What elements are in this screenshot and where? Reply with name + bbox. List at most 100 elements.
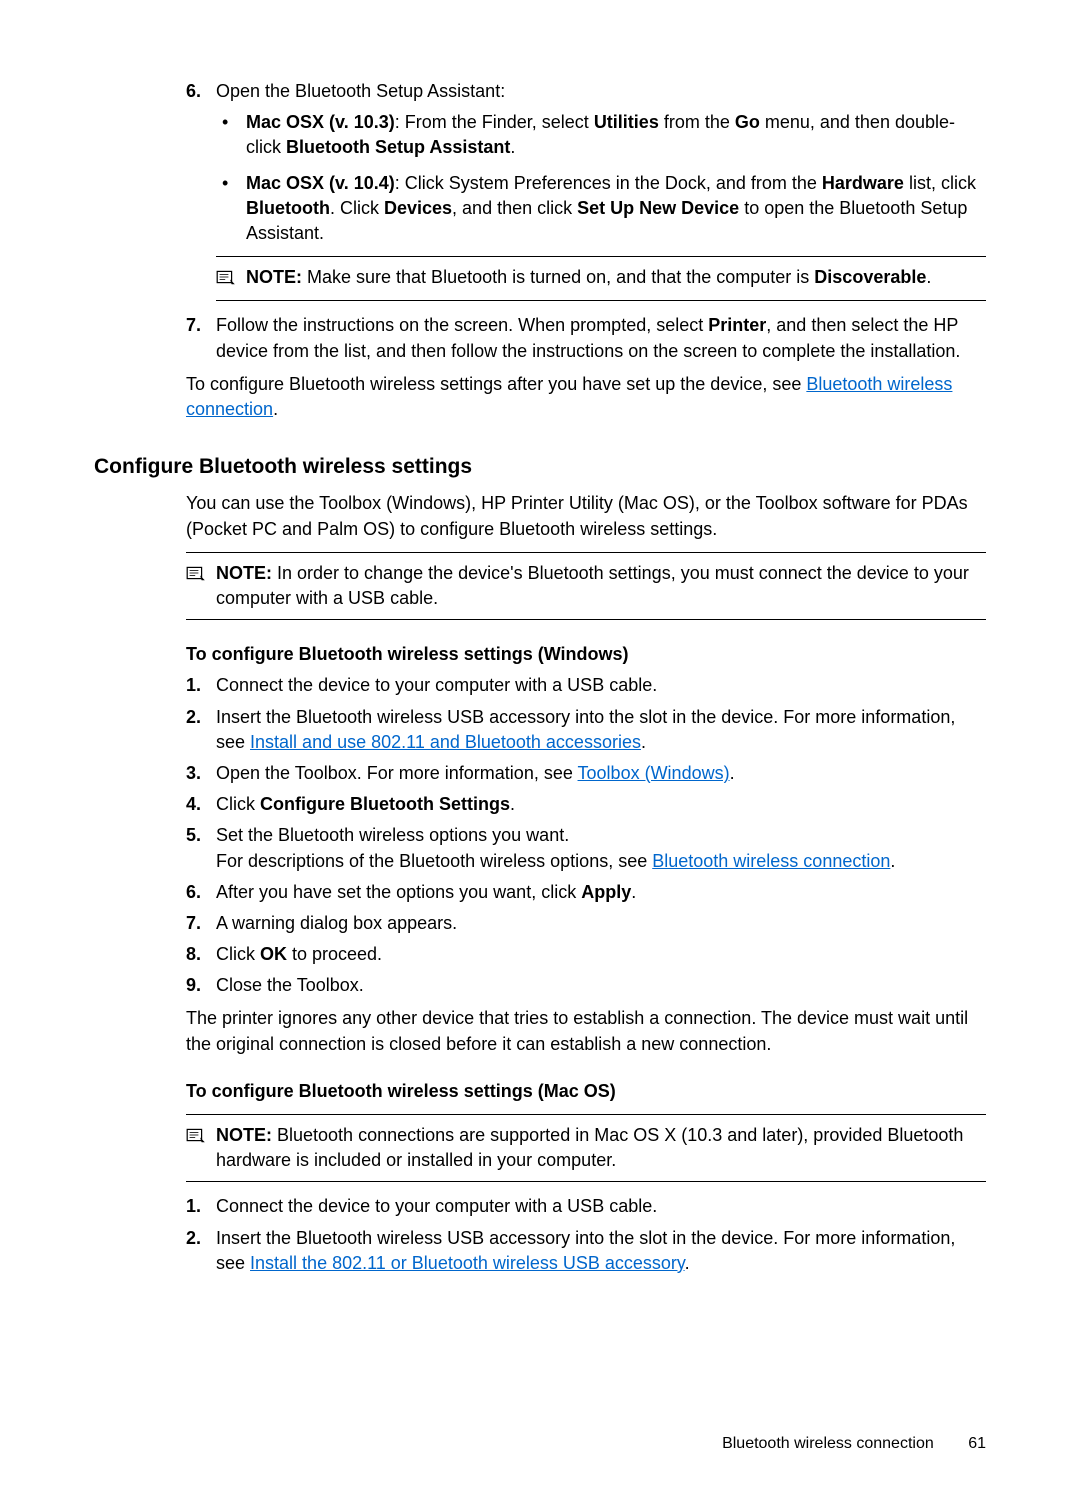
- t: : From the Finder, select: [395, 112, 594, 132]
- page-number: 61: [968, 1435, 986, 1452]
- step-6-text: Open the Bluetooth Setup Assistant:: [216, 79, 986, 104]
- bullet-dot-icon: •: [216, 110, 246, 160]
- win-step-7: 7. A warning dialog box appears.: [186, 911, 986, 936]
- t: .: [631, 882, 636, 902]
- t: Open the Toolbox. For more information, …: [216, 761, 986, 786]
- t: .: [890, 851, 895, 871]
- t: To configure Bluetooth wireless settings…: [186, 374, 806, 394]
- note-icon: [186, 1123, 216, 1150]
- t: Open the Toolbox. For more information, …: [216, 763, 578, 783]
- t: : Click System Preferences in the Dock, …: [395, 173, 822, 193]
- step-6-note-text: NOTE: Make sure that Bluetooth is turned…: [246, 265, 986, 290]
- t: After you have set the options you want,…: [216, 880, 986, 905]
- b: Set Up New Device: [577, 198, 739, 218]
- link-bluetooth-wireless-connection-2[interactable]: Bluetooth wireless connection: [652, 851, 890, 871]
- b: Discoverable: [814, 267, 926, 287]
- note-label: NOTE:: [246, 267, 302, 287]
- t: Set the Bluetooth wireless options you w…: [216, 823, 986, 848]
- t: list, click: [904, 173, 976, 193]
- mac-note: NOTE: Bluetooth connections are supporte…: [186, 1114, 986, 1182]
- b: Utilities: [594, 112, 659, 132]
- t: In order to change the device's Bluetoot…: [216, 563, 969, 608]
- bullet-dot-icon: •: [216, 171, 246, 247]
- windows-subhead: To configure Bluetooth wireless settings…: [186, 642, 986, 667]
- b: Mac OSX (v. 10.3): [246, 112, 395, 132]
- win-step-3: 3. Open the Toolbox. For more informatio…: [186, 761, 986, 786]
- t: For descriptions of the Bluetooth wirele…: [216, 849, 986, 874]
- note-icon: [186, 561, 216, 588]
- win-step-9: 9. Close the Toolbox.: [186, 973, 986, 998]
- t: . Click: [330, 198, 384, 218]
- after-step-7-paragraph: To configure Bluetooth wireless settings…: [186, 372, 986, 422]
- link-toolbox-windows[interactable]: Toolbox (Windows): [578, 763, 730, 783]
- t: .: [685, 1253, 690, 1273]
- n: 2.: [186, 705, 216, 755]
- note-label: NOTE:: [216, 563, 272, 583]
- t: Close the Toolbox.: [216, 973, 986, 998]
- main-note: NOTE: In order to change the device's Bl…: [186, 552, 986, 620]
- t: Click: [216, 794, 260, 814]
- t: Follow the instructions on the screen. W…: [216, 315, 708, 335]
- b: Apply: [581, 882, 631, 902]
- step-6-bullet-1-content: Mac OSX (v. 10.3): From the Finder, sele…: [246, 110, 986, 160]
- t: from the: [659, 112, 735, 132]
- n: 7.: [186, 911, 216, 936]
- t: After you have set the options you want,…: [216, 882, 581, 902]
- t: Insert the Bluetooth wireless USB access…: [216, 705, 986, 755]
- b: Printer: [708, 315, 766, 335]
- link-install-80211-bluetooth[interactable]: Install and use 802.11 and Bluetooth acc…: [250, 732, 641, 752]
- b: Mac OSX (v. 10.4): [246, 173, 395, 193]
- step-7-text: Follow the instructions on the screen. W…: [216, 313, 986, 363]
- step-6-bullet-1: • Mac OSX (v. 10.3): From the Finder, se…: [216, 110, 986, 160]
- t: Connect the device to your computer with…: [216, 1194, 986, 1219]
- t: , and then click: [452, 198, 577, 218]
- t: Connect the device to your computer with…: [216, 673, 986, 698]
- intro-paragraph: You can use the Toolbox (Windows), HP Pr…: [186, 491, 986, 541]
- n: 2.: [186, 1226, 216, 1276]
- mac-note-text: NOTE: Bluetooth connections are supporte…: [216, 1123, 986, 1173]
- b: Bluetooth Setup Assistant: [286, 137, 510, 157]
- n: 4.: [186, 792, 216, 817]
- n: 9.: [186, 973, 216, 998]
- t: to proceed.: [287, 944, 382, 964]
- t: A warning dialog box appears.: [216, 911, 986, 936]
- t: Set the Bluetooth wireless options you w…: [216, 823, 986, 873]
- step-7: 7. Follow the instructions on the screen…: [186, 313, 986, 363]
- n: 3.: [186, 761, 216, 786]
- b: Devices: [384, 198, 452, 218]
- note-icon: [216, 265, 246, 292]
- b: Configure Bluetooth Settings: [260, 794, 510, 814]
- mac-step-2: 2. Insert the Bluetooth wireless USB acc…: [186, 1226, 986, 1276]
- t: Click OK to proceed.: [216, 942, 986, 967]
- t: For descriptions of the Bluetooth wirele…: [216, 851, 652, 871]
- t: Bluetooth connections are supported in M…: [216, 1125, 963, 1170]
- t: .: [510, 794, 515, 814]
- win-step-5: 5. Set the Bluetooth wireless options yo…: [186, 823, 986, 873]
- n: 1.: [186, 1194, 216, 1219]
- win-step-8: 8. Click OK to proceed.: [186, 942, 986, 967]
- step-6: 6. Open the Bluetooth Setup Assistant:: [186, 79, 986, 104]
- win-step-6: 6. After you have set the options you wa…: [186, 880, 986, 905]
- win-step-1: 1. Connect the device to your computer w…: [186, 673, 986, 698]
- main-note-text: NOTE: In order to change the device's Bl…: [216, 561, 986, 611]
- win-step-4: 4. Click Configure Bluetooth Settings.: [186, 792, 986, 817]
- t: Click Configure Bluetooth Settings.: [216, 792, 986, 817]
- b: OK: [260, 944, 287, 964]
- step-6-number: 6.: [186, 79, 216, 104]
- t: Make sure that Bluetooth is turned on, a…: [302, 267, 814, 287]
- t: .: [273, 399, 278, 419]
- footer-title: Bluetooth wireless connection: [722, 1435, 934, 1452]
- t: .: [730, 763, 735, 783]
- page-footer: Bluetooth wireless connection 61: [722, 1433, 986, 1455]
- b: Go: [735, 112, 760, 132]
- n: 6.: [186, 880, 216, 905]
- t: .: [510, 137, 515, 157]
- t: .: [926, 267, 931, 287]
- b: Hardware: [822, 173, 904, 193]
- step-6-note: NOTE: Make sure that Bluetooth is turned…: [216, 256, 986, 301]
- heading-configure-bluetooth: Configure Bluetooth wireless settings: [94, 452, 986, 481]
- link-install-80211-bluetooth-usb[interactable]: Install the 802.11 or Bluetooth wireless…: [250, 1253, 685, 1273]
- n: 5.: [186, 823, 216, 873]
- b: Bluetooth: [246, 198, 330, 218]
- t: .: [641, 732, 646, 752]
